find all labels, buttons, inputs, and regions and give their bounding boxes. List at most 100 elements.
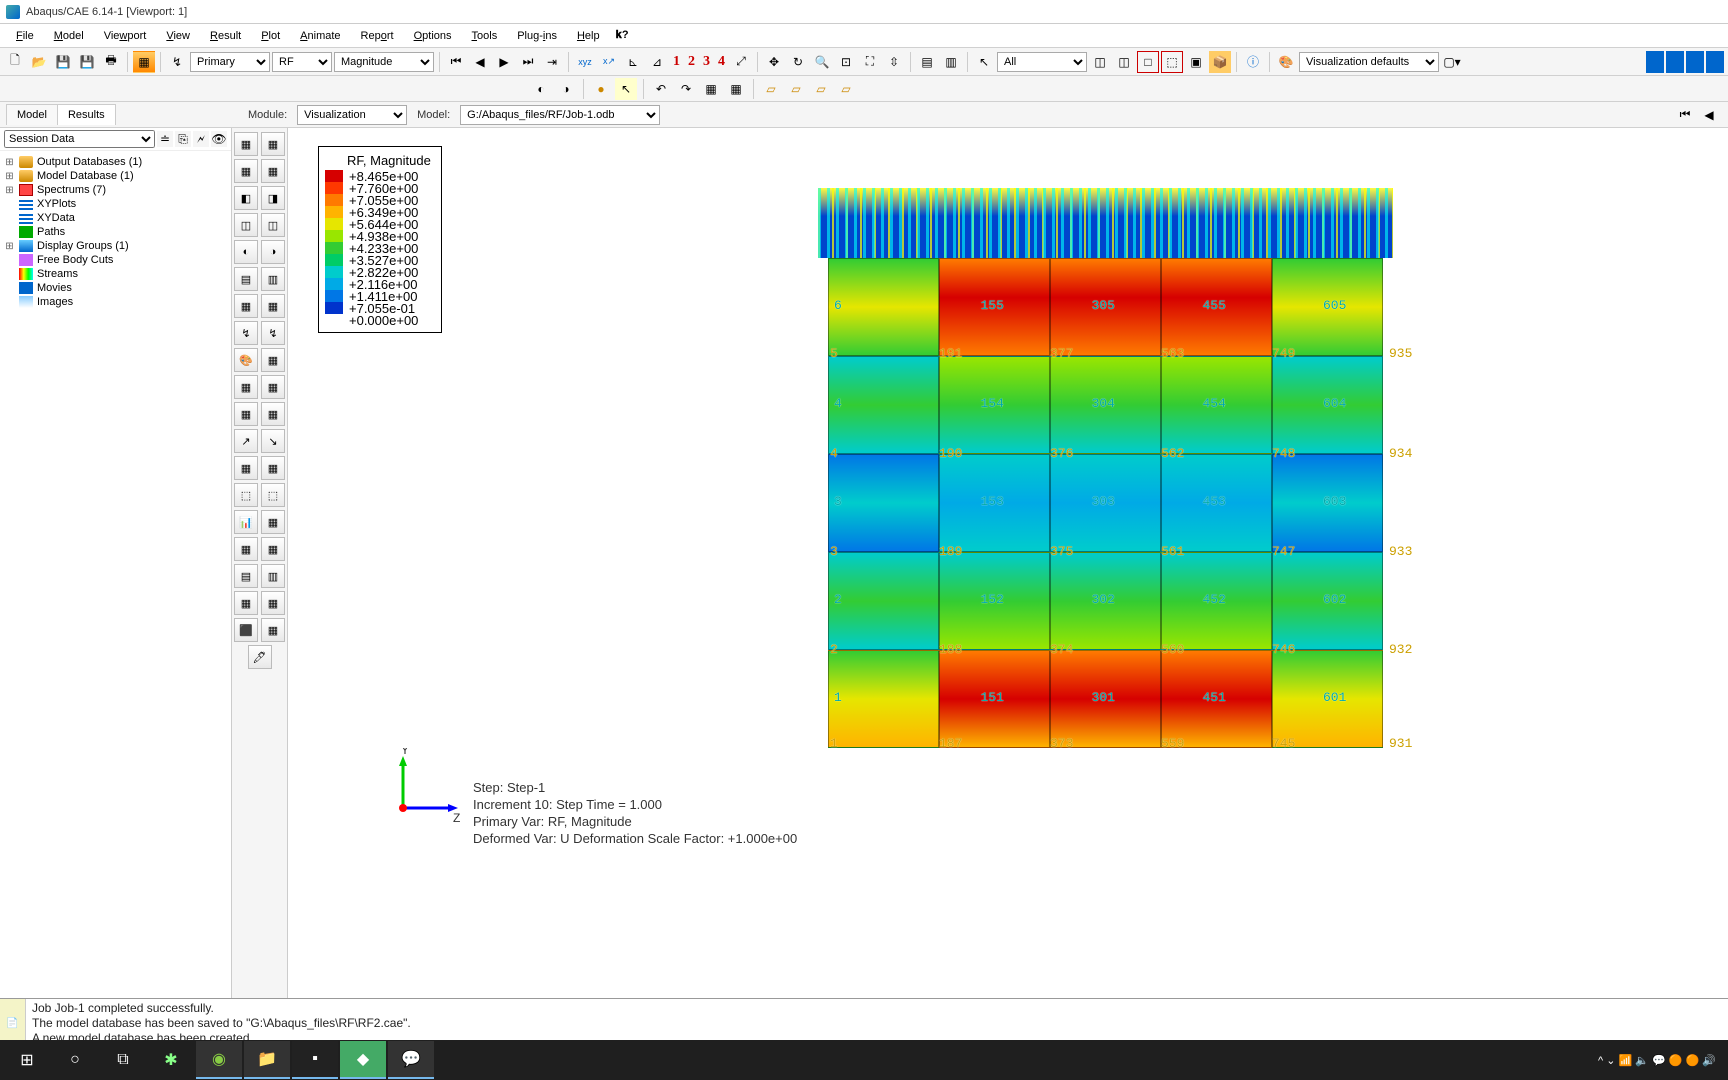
circ1-icon[interactable]: ◐ bbox=[530, 78, 552, 100]
mesh-icon[interactable]: ▦ bbox=[133, 51, 155, 73]
cortana-icon[interactable]: ○ bbox=[52, 1041, 98, 1079]
axis2-icon[interactable]: ⊿ bbox=[646, 51, 668, 73]
view-3[interactable]: 3 bbox=[700, 54, 713, 70]
palette-tool-icon[interactable]: ◑ bbox=[261, 240, 285, 264]
terminal-icon[interactable]: ▪ bbox=[292, 1041, 338, 1079]
dot-icon[interactable]: ● bbox=[590, 78, 612, 100]
palette-tool-icon[interactable]: ◧ bbox=[234, 186, 258, 210]
menu-plot[interactable]: Plot bbox=[253, 28, 288, 44]
tree-item[interactable]: ⊞Output Databases (1) bbox=[2, 155, 229, 169]
menu-model[interactable]: Model bbox=[46, 28, 92, 44]
print-icon[interactable]: 🖶 bbox=[100, 51, 122, 73]
open-file-icon[interactable]: 📂 bbox=[28, 51, 50, 73]
menu-view[interactable]: View bbox=[158, 28, 198, 44]
tree-up-icon[interactable]: ≐ bbox=[157, 131, 173, 147]
xyz-icon[interactable]: xyz bbox=[574, 51, 596, 73]
tree-item[interactable]: XYData bbox=[2, 211, 229, 225]
selection-filter-select[interactable]: All bbox=[997, 52, 1087, 72]
tree-settings-icon[interactable]: 👁 bbox=[211, 131, 227, 147]
palette-tool-icon[interactable]: ▦ bbox=[234, 132, 258, 156]
palette-tool-icon[interactable]: ▦ bbox=[234, 591, 258, 615]
cursor-icon[interactable]: ↖ bbox=[973, 51, 995, 73]
palette-tool-icon[interactable]: ▥ bbox=[261, 564, 285, 588]
palette-tool-icon[interactable]: ▥ bbox=[261, 267, 285, 291]
info-icon[interactable]: ⓘ bbox=[1242, 51, 1264, 73]
wire1-icon[interactable]: ▱ bbox=[760, 78, 782, 100]
console-marker-icon[interactable]: 📄 bbox=[6, 1018, 18, 1029]
app2-icon[interactable]: ◉ bbox=[196, 1041, 242, 1079]
menu-plugins[interactable]: Plug-ins bbox=[509, 28, 565, 44]
palette-tool-icon[interactable]: ▤ bbox=[234, 267, 258, 291]
pan-view-icon[interactable]: ✥ bbox=[763, 51, 785, 73]
abaqus-icon[interactable]: ◆ bbox=[340, 1041, 386, 1079]
menu-viewport[interactable]: Viewport bbox=[96, 28, 155, 44]
model-select[interactable]: G:/Abaqus_files/RF/Job-1.odb bbox=[460, 105, 660, 125]
palette-tool-icon[interactable]: ▦ bbox=[261, 159, 285, 183]
app1-icon[interactable]: ✱ bbox=[148, 1041, 194, 1079]
palette-tool-icon[interactable]: ▦ bbox=[261, 375, 285, 399]
palette-tool-icon[interactable]: ⬛ bbox=[234, 618, 258, 642]
taskview-icon[interactable]: ⧉ bbox=[100, 1041, 146, 1079]
system-tray[interactable]: ^ ⌄ 📶 🔈 💬 🟠 🟠 🔊 bbox=[1598, 1054, 1724, 1067]
tree-filter-icon[interactable]: 🗲 bbox=[193, 131, 209, 147]
wire3-icon[interactable]: ▱ bbox=[810, 78, 832, 100]
anim-prev-icon[interactable]: ◀ bbox=[1698, 104, 1720, 126]
palette-tool-icon[interactable]: ↯ bbox=[261, 321, 285, 345]
palette-tool-icon[interactable]: ◨ bbox=[261, 186, 285, 210]
wechat-icon[interactable]: 💬 bbox=[388, 1041, 434, 1079]
palette-tool-icon[interactable]: 🖊 bbox=[248, 645, 272, 669]
context-help-icon[interactable]: 𝐤? bbox=[616, 29, 629, 42]
palette-tool-icon[interactable]: 🎨 bbox=[234, 348, 258, 372]
palette-tool-icon[interactable]: ▦ bbox=[261, 510, 285, 534]
session-data-select[interactable]: Session Data bbox=[4, 130, 155, 148]
tree-item[interactable]: Paths bbox=[2, 225, 229, 239]
palette-tool-icon[interactable]: ▤ bbox=[234, 564, 258, 588]
menu-options[interactable]: Options bbox=[406, 28, 460, 44]
xy-icon[interactable]: x↗ bbox=[598, 51, 620, 73]
frame-prev-icon[interactable]: ◀ bbox=[469, 51, 491, 73]
new-file-icon[interactable]: 🗋 bbox=[4, 51, 26, 73]
render-style-select[interactable]: Visualization defaults bbox=[1299, 52, 1439, 72]
pan-icon[interactable]: ↯ bbox=[166, 51, 188, 73]
module-select[interactable]: Visualization bbox=[297, 105, 407, 125]
start-button[interactable]: ⊞ bbox=[4, 1041, 50, 1079]
sel5-icon[interactable]: ▣ bbox=[1185, 51, 1207, 73]
sel1-icon[interactable]: ◫ bbox=[1089, 51, 1111, 73]
palette-tool-icon[interactable]: ▦ bbox=[261, 456, 285, 480]
view-4[interactable]: 4 bbox=[715, 54, 728, 70]
palette-tool-icon[interactable]: ↘ bbox=[261, 429, 285, 453]
palette-tool-icon[interactable]: ▦ bbox=[234, 537, 258, 561]
explorer-icon[interactable]: 📁 bbox=[244, 1041, 290, 1079]
save-as-icon[interactable]: 💾 bbox=[76, 51, 98, 73]
palette-tool-icon[interactable]: ▦ bbox=[234, 456, 258, 480]
variable-type-select[interactable]: Primary bbox=[190, 52, 270, 72]
tree-item[interactable]: Free Body Cuts bbox=[2, 253, 229, 267]
auto-fit-icon[interactable]: ⇳ bbox=[883, 51, 905, 73]
tree-item[interactable]: Movies bbox=[2, 281, 229, 295]
tab-results[interactable]: Results bbox=[57, 104, 116, 125]
palette-tool-icon[interactable]: ↗ bbox=[234, 429, 258, 453]
palette-tool-icon[interactable]: ▦ bbox=[261, 402, 285, 426]
sel2-icon[interactable]: ◫ bbox=[1113, 51, 1135, 73]
palette-tool-icon[interactable]: ▦ bbox=[234, 402, 258, 426]
palette-tool-icon[interactable]: ↯ bbox=[234, 321, 258, 345]
tree-copy-icon[interactable]: ⎘ bbox=[175, 131, 191, 147]
palette-tool-icon[interactable]: ▦ bbox=[261, 537, 285, 561]
view-1[interactable]: 1 bbox=[670, 54, 683, 70]
frame-last-icon[interactable]: ⏭ bbox=[517, 51, 539, 73]
palette-icon[interactable]: 🎨 bbox=[1275, 51, 1297, 73]
rotate-icon[interactable]: ⤢ bbox=[730, 51, 752, 73]
menu-result[interactable]: Result bbox=[202, 28, 249, 44]
palette-tool-icon[interactable]: ▦ bbox=[234, 375, 258, 399]
table-icon[interactable]: ▦ bbox=[700, 78, 722, 100]
circ2-icon[interactable]: ◑ bbox=[555, 78, 577, 100]
wire2-icon[interactable]: ▱ bbox=[785, 78, 807, 100]
grid2-icon[interactable]: ▥ bbox=[940, 51, 962, 73]
tree-item[interactable]: ⊞Display Groups (1) bbox=[2, 239, 229, 253]
palette-tool-icon[interactable]: ⬚ bbox=[234, 483, 258, 507]
redo-icon[interactable]: ↷ bbox=[675, 78, 697, 100]
view-2[interactable]: 2 bbox=[685, 54, 698, 70]
palette-tool-icon[interactable]: ▦ bbox=[261, 294, 285, 318]
tree-item[interactable]: XYPlots bbox=[2, 197, 229, 211]
component-select[interactable]: Magnitude bbox=[334, 52, 434, 72]
